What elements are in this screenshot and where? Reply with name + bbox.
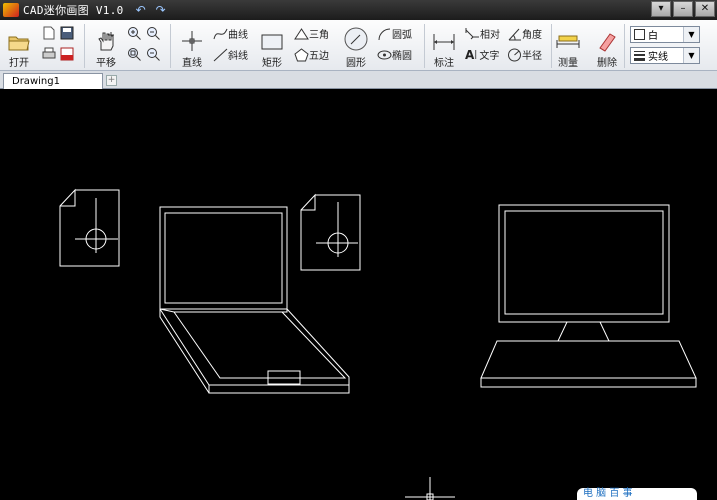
cad-crosshair-cursor xyxy=(405,477,455,500)
export-pdf-button[interactable] xyxy=(60,47,74,61)
title-bar: CAD迷你画图 V1.0 ↶ ↷ ▾ – ✕ xyxy=(0,0,717,20)
app-logo-icon xyxy=(3,3,19,17)
angle-icon xyxy=(508,28,521,40)
delete-button[interactable]: 删除 xyxy=(594,23,620,69)
zoom-out-icon xyxy=(147,27,160,40)
undo-button[interactable]: ↶ xyxy=(134,3,148,17)
drawing-canvas[interactable]: 电 脑 百 事 xyxy=(0,89,717,500)
pan-button[interactable]: 平移 xyxy=(93,23,119,69)
crosshair-icon xyxy=(182,31,202,51)
print-button[interactable] xyxy=(42,47,56,61)
zoom-in-button[interactable] xyxy=(127,26,142,41)
ellipse-button[interactable]: 椭圆 xyxy=(377,47,412,62)
curve-button[interactable]: 曲线 xyxy=(213,26,248,41)
eraser-icon xyxy=(599,33,616,52)
save-button[interactable] xyxy=(60,26,74,40)
toolbar: 打开 平移 直线 曲线 斜线 矩形 三角 五边 圆形 圆弧 椭圆 标注 相对 A… xyxy=(0,20,717,71)
zoom-extents-button[interactable] xyxy=(146,47,161,62)
arc-icon xyxy=(378,28,391,40)
radius-button[interactable]: 半径 xyxy=(507,47,542,62)
zoom-in-icon xyxy=(128,27,141,40)
triangle-button[interactable]: 三角 xyxy=(294,26,329,41)
zoom-out-button[interactable] xyxy=(146,26,161,41)
print-icon xyxy=(42,47,56,59)
linetype-select[interactable]: 实线 ▼ xyxy=(630,47,700,64)
radius-icon xyxy=(508,48,521,61)
relative-button[interactable]: 相对 xyxy=(465,26,500,41)
circle-icon xyxy=(344,27,368,51)
ruler-icon xyxy=(556,35,580,48)
options-button[interactable]: ▾ xyxy=(651,1,671,17)
drawing-svg xyxy=(59,188,697,500)
dimension-icon xyxy=(433,34,455,50)
cad-laptop-drawing xyxy=(159,206,350,394)
open-button[interactable]: 打开 xyxy=(6,23,32,69)
pentagon-button[interactable]: 五边 xyxy=(294,47,329,62)
pentagon-icon xyxy=(294,47,309,61)
document-tab-bar: Drawing1 + xyxy=(0,71,717,89)
rectangle-icon xyxy=(261,34,283,50)
new-tab-button[interactable]: + xyxy=(106,75,117,86)
rect-button[interactable]: 矩形 xyxy=(259,23,285,69)
pan-icon xyxy=(98,32,114,51)
chevron-down-icon: ▼ xyxy=(683,27,699,42)
cad-document-symbol-1 xyxy=(59,188,120,267)
cad-monitor-drawing xyxy=(480,204,697,388)
folder-icon xyxy=(8,36,30,51)
chevron-down-icon: ▼ xyxy=(683,48,699,63)
redo-button[interactable]: ↷ xyxy=(154,3,168,17)
angle-button[interactable]: 角度 xyxy=(507,26,542,41)
linetype-icon xyxy=(634,50,645,61)
new-button[interactable] xyxy=(42,26,56,40)
circle-button[interactable]: 圆形 xyxy=(343,23,369,69)
watermark-logo: 电 脑 百 事 xyxy=(577,488,697,500)
line-button[interactable]: 直线 xyxy=(180,23,204,69)
minimize-button[interactable]: – xyxy=(673,1,693,17)
app-title: CAD迷你画图 V1.0 xyxy=(23,4,124,17)
relative-icon xyxy=(465,27,479,39)
arc-button[interactable]: 圆弧 xyxy=(377,26,412,41)
text-button[interactable]: A | 文字 xyxy=(465,47,499,63)
slant-line-icon xyxy=(213,48,228,61)
measure-button[interactable]: 测量 xyxy=(555,23,581,69)
pdf-icon xyxy=(60,47,74,61)
triangle-icon xyxy=(294,27,309,39)
dimension-button[interactable]: 标注 xyxy=(432,23,456,69)
cad-document-symbol-2 xyxy=(300,193,361,271)
zoom-extents-icon xyxy=(147,48,160,61)
ellipse-icon xyxy=(377,50,392,59)
new-file-icon xyxy=(43,26,55,40)
text-icon: A xyxy=(465,47,475,62)
save-icon xyxy=(60,26,74,40)
color-swatch-icon xyxy=(634,29,645,40)
close-button[interactable]: ✕ xyxy=(695,1,715,17)
zoom-window-button[interactable] xyxy=(127,47,142,62)
zoom-window-icon xyxy=(128,48,141,61)
curve-icon xyxy=(213,28,228,39)
slant-line-button[interactable]: 斜线 xyxy=(213,47,248,62)
tab-drawing1[interactable]: Drawing1 xyxy=(3,73,103,89)
color-select[interactable]: 白 ▼ xyxy=(630,26,700,43)
